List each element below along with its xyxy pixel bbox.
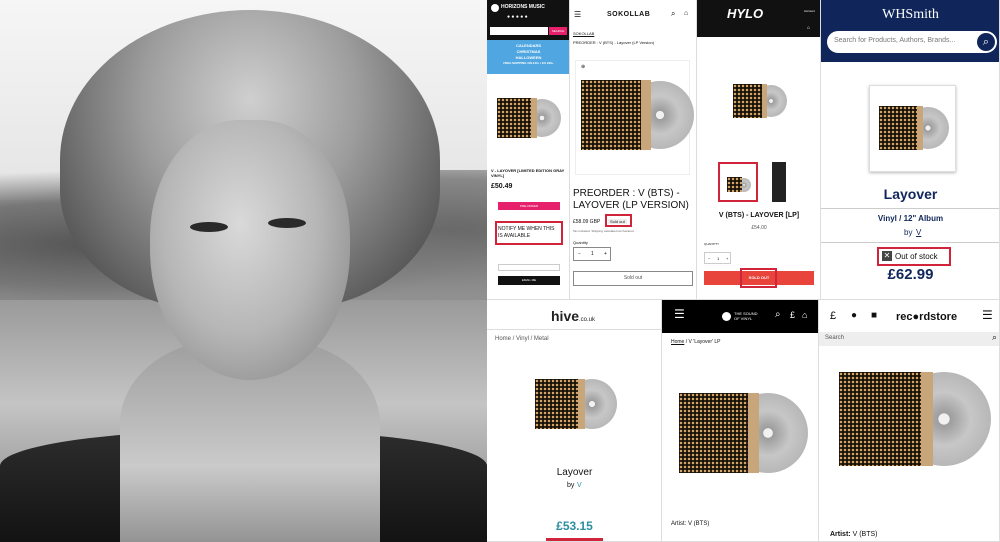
brand: rec●rdstore	[896, 311, 958, 323]
nav-bar: CALENDARS CHRISTMAS HALLOWEEN FREE SHIPP…	[487, 40, 569, 74]
by-label: by	[904, 228, 913, 237]
highlight-box	[877, 247, 951, 266]
search-input[interactable]: Search for Products, Authors, Brands... …	[827, 31, 997, 53]
divider	[487, 329, 661, 330]
currency-icon[interactable]: £	[830, 310, 836, 322]
cart-icon[interactable]: ⌂	[802, 310, 807, 320]
thumbnail[interactable]	[772, 162, 786, 202]
album-image	[733, 84, 788, 118]
hylo-panel: HYLO Account ⌂ V (BTS) - LAYOVER [LP] £5…	[697, 0, 821, 300]
quantity-label: QUANTITY	[704, 242, 720, 246]
thumbnail[interactable]	[718, 162, 758, 202]
format: Vinyl / 12" Album	[877, 214, 944, 223]
menu-icon[interactable]: ☰	[674, 307, 685, 321]
pre-order-button[interactable]: PRE-ORDER	[498, 202, 560, 210]
tax-note: Tax included. Shipping calculated at che…	[573, 229, 635, 233]
sound-of-vinyl-panel: ☰ THE SOUND OF VINYL ⌕ £ ⌂ Home / V 'Lay…	[662, 300, 819, 542]
product-title: V - LAYOVER [LIMITED EDITION GRAY VINYL]	[491, 168, 565, 178]
album-image	[581, 80, 694, 150]
price: £62.99	[887, 266, 934, 283]
brand-line2: OF VINYL	[734, 316, 753, 321]
by-label: by	[567, 482, 575, 489]
currency-icon[interactable]: £	[790, 310, 795, 320]
artist-line: Artist: V (BTS)	[830, 531, 878, 538]
cart-icon[interactable]: ⌂	[807, 25, 810, 31]
sold-out-button[interactable]: Sold out	[573, 271, 693, 286]
social-icons[interactable]: ● ● ● ● ●	[507, 14, 528, 20]
nav-item[interactable]: HALLOWEEN	[487, 55, 569, 60]
brand: HYLO	[727, 6, 764, 21]
brand-logo: hive.co.uk	[551, 308, 596, 324]
breadcrumb[interactable]: SOKOLLAB	[573, 31, 594, 36]
search-icon[interactable]: ⌕	[977, 33, 995, 51]
search-icon[interactable]: ⌕	[992, 332, 997, 343]
zoom-icon[interactable]: ⊕	[581, 64, 585, 70]
search-icon[interactable]: ⌕	[671, 9, 675, 19]
breadcrumb-home[interactable]: Home	[671, 339, 684, 345]
quantity-stepper[interactable]: − 1 +	[573, 247, 611, 261]
search-button[interactable]: SEARCH	[549, 27, 567, 35]
email-field[interactable]	[498, 264, 560, 271]
quantity-label: Quantity	[573, 240, 588, 245]
add-button[interactable]	[546, 538, 603, 541]
menu-icon[interactable]: ☰	[982, 308, 993, 322]
account-icon[interactable]: ●	[851, 310, 857, 321]
price: £53.15	[556, 519, 593, 533]
horizons-music-panel: HORIZONS MUSIC ● ● ● ● ● SEARCH CALENDAR…	[487, 0, 570, 300]
search-bar[interactable]: Search ⌕	[819, 332, 999, 346]
breadcrumb: Home / V 'Layover' LP	[671, 339, 721, 345]
divider	[821, 242, 999, 243]
artist-line: Artist: V (BTS)	[671, 521, 710, 527]
email-me-button[interactable]: EMAIL ME	[498, 276, 560, 285]
sokollab-panel: ☰ SOKOLLAB ⌕ ⌂ SOKOLLAB PREORDER : V (BT…	[570, 0, 697, 300]
artist-link[interactable]: V	[577, 482, 582, 489]
brand: WHSmith	[882, 7, 939, 22]
shipping-banner: FREE SHIPPING ON £40+ / EU £60+	[503, 61, 554, 65]
album-image	[535, 379, 617, 429]
album-image	[679, 393, 808, 473]
portrait-photo	[0, 0, 487, 542]
price: £50.49	[491, 183, 513, 190]
recordstore-panel: £ ● ■ rec●rdstore ☰ Search ⌕ Artist: V (…	[819, 300, 1000, 542]
account-link[interactable]: Account	[804, 9, 815, 13]
cart-icon[interactable]: ⌂	[684, 10, 688, 17]
hive-panel: hive.co.uk Home / Vinyl / Metal Layover …	[487, 300, 662, 542]
logo-icon	[722, 312, 731, 321]
bag-icon[interactable]: ■	[871, 310, 877, 321]
highlight-box	[495, 221, 563, 245]
highlight-box	[605, 214, 632, 227]
price: £54.00	[751, 225, 767, 231]
album-image	[879, 106, 949, 150]
album-image	[497, 98, 561, 138]
brand: HORIZONS MUSIC	[501, 4, 545, 10]
breadcrumb[interactable]: Home / Vinyl / Metal	[495, 336, 549, 342]
product-title: Layover	[883, 186, 938, 202]
sub-breadcrumb: PREORDER : V (BTS) - Layover (LP Version…	[573, 40, 655, 45]
album-image	[839, 372, 991, 466]
artist-link[interactable]: V	[916, 228, 921, 237]
product-title: PREORDER : V (BTS) - LAYOVER (LP VERSION…	[573, 188, 689, 211]
header: WHSmith Search for Products, Authors, Br…	[821, 0, 999, 62]
product-title: Layover	[556, 467, 593, 478]
logo-icon	[491, 4, 499, 12]
search-input[interactable]	[490, 27, 548, 35]
header: ☰ THE SOUND OF VINYL ⌕ £ ⌂	[662, 300, 818, 333]
brand: SOKOLLAB	[607, 11, 651, 18]
header: HORIZONS MUSIC ● ● ● ● ● SEARCH	[487, 0, 569, 40]
divider	[821, 208, 999, 209]
price: £58.09 GBP	[573, 219, 601, 225]
search-icon[interactable]: ⌕	[775, 309, 781, 320]
header: HYLO Account ⌂	[697, 0, 820, 37]
highlight-box	[740, 268, 777, 288]
menu-icon[interactable]: ☰	[574, 10, 581, 19]
nav-item[interactable]: CHRISTMAS	[487, 49, 569, 54]
whsmith-panel: WHSmith Search for Products, Authors, Br…	[821, 0, 1000, 300]
product-title: V (BTS) - LAYOVER [LP]	[718, 212, 800, 219]
quantity-stepper[interactable]: − 1 +	[704, 252, 731, 264]
nav-item[interactable]: CALENDARS	[487, 43, 569, 48]
